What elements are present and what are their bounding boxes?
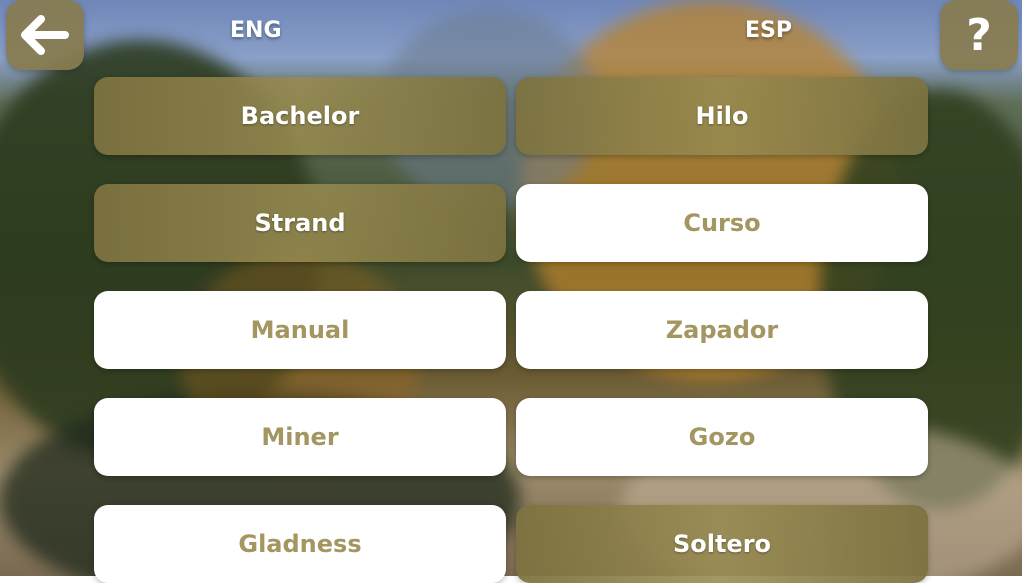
card-label: Bachelor — [240, 102, 360, 130]
card-label: Hilo — [695, 102, 749, 130]
left-card-5[interactable]: Gladness — [94, 505, 506, 583]
card-label: Manual — [250, 316, 350, 344]
arrow-left-icon — [21, 15, 69, 55]
left-card-4[interactable]: Miner — [94, 398, 506, 476]
right-card-4[interactable]: Gozo — [516, 398, 928, 476]
right-card-5[interactable]: Soltero — [516, 505, 928, 583]
card-label: Miner — [261, 423, 339, 451]
help-button[interactable]: ? — [940, 0, 1018, 70]
right-card-1[interactable]: Hilo — [516, 77, 928, 155]
card-label: Gladness — [238, 530, 362, 558]
question-mark-icon: ? — [966, 9, 992, 61]
card-label: Strand — [254, 209, 346, 237]
word-match-grid: Bachelor Hilo Strand Curso Manual Zapado… — [94, 77, 928, 583]
card-label: Zapador — [665, 316, 779, 344]
card-label: Gozo — [688, 423, 756, 451]
right-language-label: ESP — [745, 18, 792, 43]
left-card-3[interactable]: Manual — [94, 291, 506, 369]
left-language-label: ENG — [230, 18, 282, 43]
left-card-1[interactable]: Bachelor — [94, 77, 506, 155]
card-label: Curso — [683, 209, 761, 237]
left-card-2[interactable]: Strand — [94, 184, 506, 262]
card-label: Soltero — [672, 530, 772, 558]
right-card-2[interactable]: Curso — [516, 184, 928, 262]
right-card-3[interactable]: Zapador — [516, 291, 928, 369]
back-button[interactable] — [6, 0, 84, 70]
